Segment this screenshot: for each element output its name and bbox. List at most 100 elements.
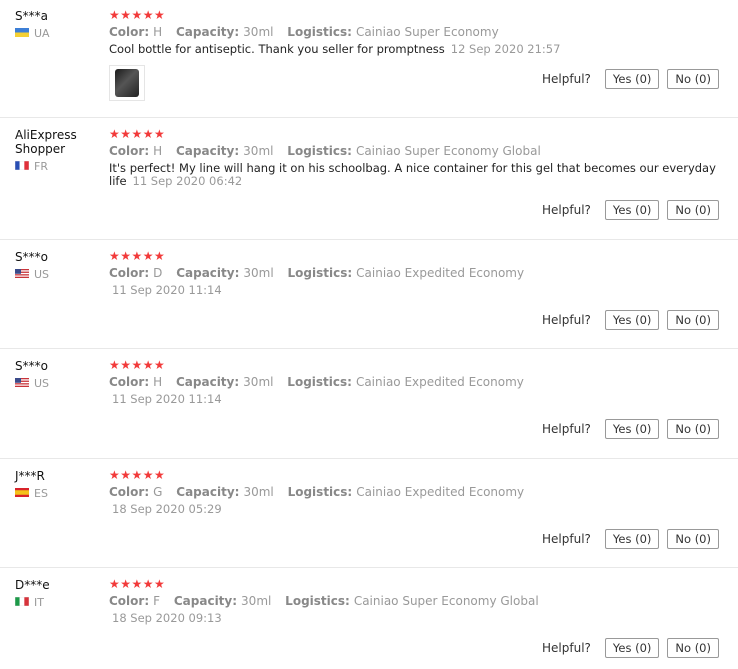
capacity-key: Capacity: (176, 266, 240, 280)
logistics-value: Cainiao Expedited Economy (356, 485, 525, 499)
reviewer-country: UA (15, 27, 103, 40)
logistics-value: Cainiao Super Economy (355, 25, 499, 39)
review-content: ★★★★★ Color: H Capacity: 30ml Logistics: Ca… (109, 359, 723, 406)
helpful-label: Helpful? (542, 641, 591, 655)
reviewer-name: D***e (15, 578, 50, 592)
helpful-label: Helpful? (542, 72, 591, 86)
capacity-value: 30ml (243, 485, 274, 499)
helpful-yes-button[interactable]: Yes (0) (604, 69, 660, 89)
color-value: H (153, 25, 163, 39)
logistics-value: Cainiao Super Economy Global (353, 594, 539, 608)
review-content: ★★★★★ Color: H Capacity: 30ml Logistics: Ca… (109, 128, 723, 188)
country-code: FR (34, 160, 48, 173)
reviewer: S***o US (15, 359, 103, 390)
review-content: ★★★★★ Color: H Capacity: 30ml Logistics: Ca… (109, 9, 723, 56)
country-code: ES (34, 487, 48, 500)
reviewer: S***a UA (15, 9, 103, 40)
reviews-list: S***a UA ★★★★★ Color: H Capacity: 30ml Log… (0, 0, 738, 669)
review-item: AliExpress Shopper FR ★★★★★ Color: H Capa… (0, 118, 738, 240)
capacity-value: 30ml (241, 594, 272, 608)
capacity-value: 30ml (243, 266, 274, 280)
review-date: 11 Sep 2020 06:42 (132, 174, 243, 188)
helpful-label: Helpful? (542, 532, 591, 546)
review-item: J***R ES ★★★★★ Color: G Capacity: 30ml Log… (0, 459, 738, 568)
country-flag-icon (15, 268, 34, 281)
country-flag-icon (15, 160, 34, 173)
star-rating: ★★★★★ (109, 358, 166, 372)
color-value: F (153, 594, 161, 608)
logistics-key: Logistics: (287, 485, 353, 499)
reviewer-country: ES (15, 487, 103, 500)
helpful-yes-button[interactable]: Yes (0) (604, 200, 660, 220)
review-text: It's perfect! My line will hang it on hi… (109, 162, 723, 188)
review-photo-thumbnail[interactable] (109, 65, 145, 101)
logistics-key: Logistics: (287, 266, 353, 280)
helpful-yes-button[interactable]: Yes (0) (604, 419, 660, 439)
helpful-vote: Helpful? Yes (0) No (0) (542, 310, 719, 330)
helpful-label: Helpful? (542, 313, 591, 327)
country-flag-icon (15, 596, 34, 609)
review-item: S***a UA ★★★★★ Color: H Capacity: 30ml Log… (0, 0, 738, 118)
review-date: 11 Sep 2020 11:14 (112, 283, 222, 297)
reviewer: S***o US (15, 250, 103, 281)
logistics-value: Cainiao Super Economy Global (355, 144, 541, 158)
reviewer: D***e IT (15, 578, 103, 609)
color-key: Color: (109, 266, 150, 280)
logistics-key: Logistics: (287, 144, 352, 158)
country-code: UA (34, 27, 50, 40)
review-date: 11 Sep 2020 11:14 (112, 392, 222, 406)
helpful-vote: Helpful? Yes (0) No (0) (542, 69, 719, 89)
helpful-no-button[interactable]: No (0) (667, 310, 719, 330)
review-date: 18 Sep 2020 05:29 (112, 502, 222, 516)
logistics-key: Logistics: (287, 375, 352, 389)
reviewer-name: S***o (15, 250, 48, 264)
helpful-no-button[interactable]: No (0) (667, 69, 719, 89)
capacity-value: 30ml (243, 25, 274, 39)
review-item: S***o US ★★★★★ Color: H Capacity: 30ml Log… (0, 349, 738, 459)
reviewer: AliExpress Shopper FR (15, 128, 103, 173)
helpful-no-button[interactable]: No (0) (667, 529, 719, 549)
country-flag-icon (15, 377, 34, 390)
reviewer-country: US (15, 377, 103, 390)
star-rating: ★★★★★ (109, 468, 166, 482)
star-rating: ★★★★★ (109, 8, 166, 22)
capacity-value: 30ml (243, 375, 274, 389)
reviewer-name: AliExpress Shopper (15, 128, 77, 156)
capacity-key: Capacity: (176, 485, 240, 499)
color-value: H (153, 375, 163, 389)
helpful-no-button[interactable]: No (0) (667, 419, 719, 439)
reviewer-name: S***o (15, 359, 48, 373)
review-attributes: Color: F Capacity: 30ml Logistics: Cainiao … (109, 594, 723, 609)
review-attributes: Color: D Capacity: 30ml Logistics: Cainiao … (109, 266, 723, 281)
helpful-no-button[interactable]: No (0) (667, 638, 719, 658)
review-date: 12 Sep 2020 21:57 (450, 42, 561, 56)
helpful-vote: Helpful? Yes (0) No (0) (542, 638, 719, 658)
helpful-label: Helpful? (542, 422, 591, 436)
capacity-key: Capacity: (175, 25, 240, 39)
review-content: ★★★★★ Color: D Capacity: 30ml Logistics: Ca… (109, 250, 723, 297)
logistics-value: Cainiao Expedited Economy (356, 266, 525, 280)
star-rating: ★★★★★ (109, 577, 166, 591)
review-text: Cool bottle for antiseptic. Thank you se… (109, 43, 723, 56)
country-code: US (34, 268, 50, 281)
helpful-yes-button[interactable]: Yes (0) (604, 638, 660, 658)
capacity-key: Capacity: (173, 594, 238, 608)
helpful-no-button[interactable]: No (0) (667, 200, 719, 220)
helpful-vote: Helpful? Yes (0) No (0) (542, 529, 719, 549)
reviewer-country: IT (15, 596, 103, 609)
review-attributes: Color: G Capacity: 30ml Logistics: Cainiao … (109, 485, 723, 500)
color-value: D (153, 266, 163, 280)
reviewer-country: FR (15, 160, 103, 173)
review-content: ★★★★★ Color: F Capacity: 30ml Logistics: Ca… (109, 578, 723, 625)
color-key: Color: (109, 25, 150, 39)
country-code: IT (34, 596, 44, 609)
helpful-yes-button[interactable]: Yes (0) (604, 529, 660, 549)
color-value: H (153, 144, 163, 158)
logistics-key: Logistics: (287, 25, 352, 39)
helpful-yes-button[interactable]: Yes (0) (604, 310, 660, 330)
star-rating: ★★★★★ (109, 249, 166, 263)
helpful-vote: Helpful? Yes (0) No (0) (542, 419, 719, 439)
reviewer: J***R ES (15, 469, 103, 500)
review-date: 18 Sep 2020 09:13 (112, 611, 222, 625)
logistics-value: Cainiao Expedited Economy (355, 375, 524, 389)
